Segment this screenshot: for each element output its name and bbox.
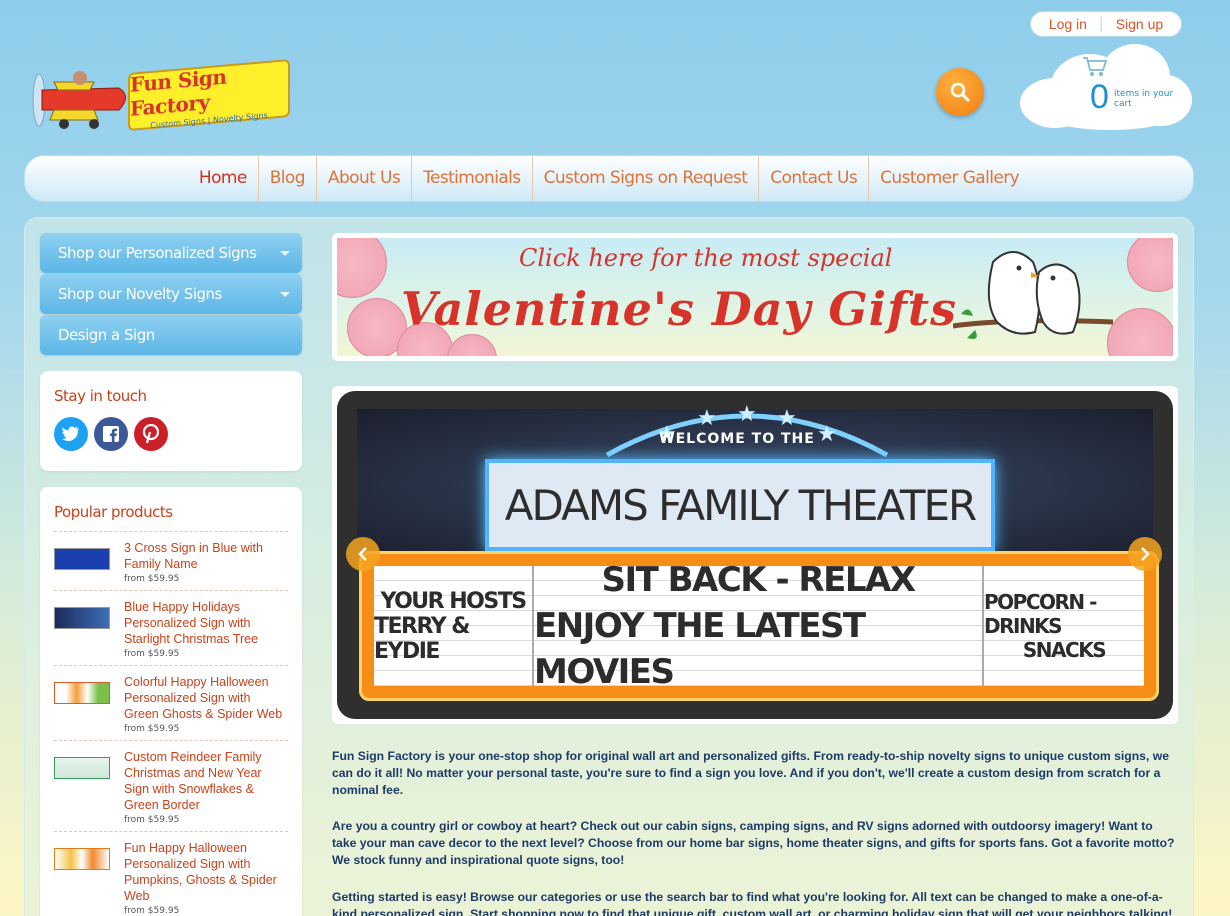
main-nav: Home Blog About Us Testimonials Custom S… (24, 155, 1194, 202)
pinterest-icon[interactable] (134, 417, 168, 451)
nav-blog[interactable]: Blog (259, 155, 317, 202)
product-thumbnail (54, 682, 110, 704)
nav-testimonials[interactable]: Testimonials (412, 155, 533, 202)
cart-count: 0 (1090, 78, 1109, 116)
marquee-middle-cell: SIT BACK - RELAX ENJOY THE LATEST MOVIES (534, 560, 984, 692)
search-button[interactable] (936, 68, 984, 116)
twitter-icon[interactable] (54, 417, 88, 451)
product-item[interactable]: Custom Reindeer Family Christmas and New… (54, 740, 288, 831)
site-logo[interactable]: Fun Sign Factory Custom Signs | Novelty … (24, 52, 292, 132)
product-thumbnail (54, 757, 110, 779)
popular-products-box: Popular products 3 Cross Sign in Blue wi… (40, 487, 302, 916)
rose-decoration (1127, 238, 1173, 292)
slide-prev-button[interactable] (346, 537, 380, 571)
account-bar: Log in | Sign up (1030, 11, 1182, 37)
marquee-left-line-2: TERRY & EYDIE (374, 613, 471, 664)
cart-label: items in your cart (1114, 89, 1174, 109)
product-name: Blue Happy Holidays Personalized Sign wi… (124, 600, 259, 646)
marquee-letters: YOUR HOSTS TERRY & EYDIE SIT BACK - RELA… (374, 560, 1144, 692)
caret-down-icon (280, 251, 290, 256)
description-paragraph: Are you a country girl or cowboy at hear… (332, 819, 1175, 867)
social-links (54, 417, 288, 451)
search-icon (950, 82, 970, 102)
signup-link[interactable]: Sign up (1116, 16, 1163, 32)
product-item[interactable]: Colorful Happy Halloween Personalized Si… (54, 665, 288, 740)
theater-sign-image: ★ ★ ★ ★ ★ WELCOME TO THE ADAMS FAMILY TH… (337, 391, 1173, 719)
rose-decoration (1107, 308, 1173, 356)
product-thumbnail (54, 548, 110, 570)
nav-customer-gallery[interactable]: Customer Gallery (869, 155, 1030, 202)
product-name: Fun Happy Halloween Personalized Sign wi… (124, 841, 277, 903)
rose-decoration (337, 238, 387, 298)
sign-welcome-text: WELCOME TO THE (659, 431, 815, 447)
caret-down-icon (280, 292, 290, 297)
cart-widget[interactable]: 0 items in your cart (1020, 44, 1192, 134)
slide-next-button[interactable] (1128, 537, 1162, 571)
description-paragraph: Fun Sign Factory is your one-stop shop f… (332, 749, 1169, 797)
promo-line-2: Valentine's Day Gifts (401, 282, 958, 336)
popular-products-heading: Popular products (54, 503, 173, 521)
product-name: 3 Cross Sign in Blue with Family Name (124, 541, 263, 571)
marquee-right-cell: POPCORN - DRINKS SNACKS (984, 566, 1144, 686)
chevron-right-icon (1141, 547, 1150, 561)
category-novelty-signs[interactable]: Shop our Novelty Signs (40, 274, 302, 314)
stars-arch-icon: ★ ★ ★ ★ ★ (605, 402, 889, 457)
marquee-right-line-2: SNACKS (1022, 638, 1107, 662)
promo-line-1: Click here for the most special (519, 244, 893, 272)
nav-home[interactable]: Home (188, 155, 259, 202)
svg-text:★: ★ (777, 406, 797, 431)
nav-about-us[interactable]: About Us (317, 155, 413, 202)
sign-title: ADAMS FAMILY THEATER (485, 459, 995, 551)
airplane-logo-icon (32, 71, 126, 129)
product-price: from $59.95 (124, 574, 180, 584)
rose-decoration (447, 334, 497, 356)
marquee-left-line-1: YOUR HOSTS (380, 588, 527, 614)
nav-contact-us[interactable]: Contact Us (759, 155, 870, 202)
category-personalized-signs[interactable]: Shop our Personalized Signs (40, 233, 302, 273)
marquee-left-cell: YOUR HOSTS TERRY & EYDIE (374, 566, 534, 686)
product-price: from $59.95 (124, 724, 180, 734)
hero-slideshow[interactable]: ★ ★ ★ ★ ★ WELCOME TO THE ADAMS FAMILY TH… (332, 386, 1178, 724)
stay-in-touch-heading: Stay in touch (54, 387, 147, 405)
marquee-middle-line-1: SIT BACK - RELAX (601, 560, 916, 600)
product-price: from $59.95 (124, 649, 180, 659)
product-item[interactable]: Blue Happy Holidays Personalized Sign wi… (54, 590, 288, 665)
marquee-right-line-1: POPCORN - DRINKS (984, 590, 1097, 638)
chevron-left-icon (358, 547, 367, 561)
product-thumbnail (54, 848, 110, 870)
love-birds-icon (953, 251, 1113, 339)
product-item[interactable]: 3 Cross Sign in Blue with Family Name fr… (54, 531, 288, 590)
valentine-banner-image: Click here for the most special Valentin… (337, 238, 1173, 356)
category-label: Shop our Personalized Signs (58, 244, 257, 262)
stay-in-touch-box: Stay in touch (40, 371, 302, 471)
product-name: Custom Reindeer Family Christmas and New… (124, 750, 262, 812)
marquee-board: YOUR HOSTS TERRY & EYDIE SIT BACK - RELA… (359, 551, 1159, 701)
product-price: from $59.95 (124, 815, 180, 825)
product-thumbnail (54, 607, 110, 629)
product-price: from $59.95 (124, 906, 180, 916)
category-label: Design a Sign (58, 326, 155, 344)
product-name: Colorful Happy Halloween Personalized Si… (124, 675, 283, 721)
product-item[interactable]: Fun Happy Halloween Personalized Sign wi… (54, 831, 288, 916)
category-design-a-sign[interactable]: Design a Sign (40, 315, 302, 355)
account-separator: | (1098, 16, 1104, 32)
svg-text:★: ★ (697, 406, 717, 431)
marquee-middle-line-2: ENJOY THE LATEST MOVIES (534, 606, 866, 692)
description-paragraph: Getting started is easy! Browse our cate… (332, 890, 1173, 916)
login-link[interactable]: Log in (1049, 16, 1087, 32)
valentine-promo-banner[interactable]: Click here for the most special Valentin… (332, 233, 1178, 361)
shopping-cart-icon (1083, 57, 1108, 76)
category-label: Shop our Novelty Signs (58, 285, 222, 303)
facebook-icon[interactable] (94, 417, 128, 451)
nav-custom-signs[interactable]: Custom Signs on Request (533, 155, 760, 202)
svg-text:★: ★ (737, 402, 757, 427)
logo-banner: Fun Sign Factory Custom Signs | Novelty … (128, 58, 290, 132)
